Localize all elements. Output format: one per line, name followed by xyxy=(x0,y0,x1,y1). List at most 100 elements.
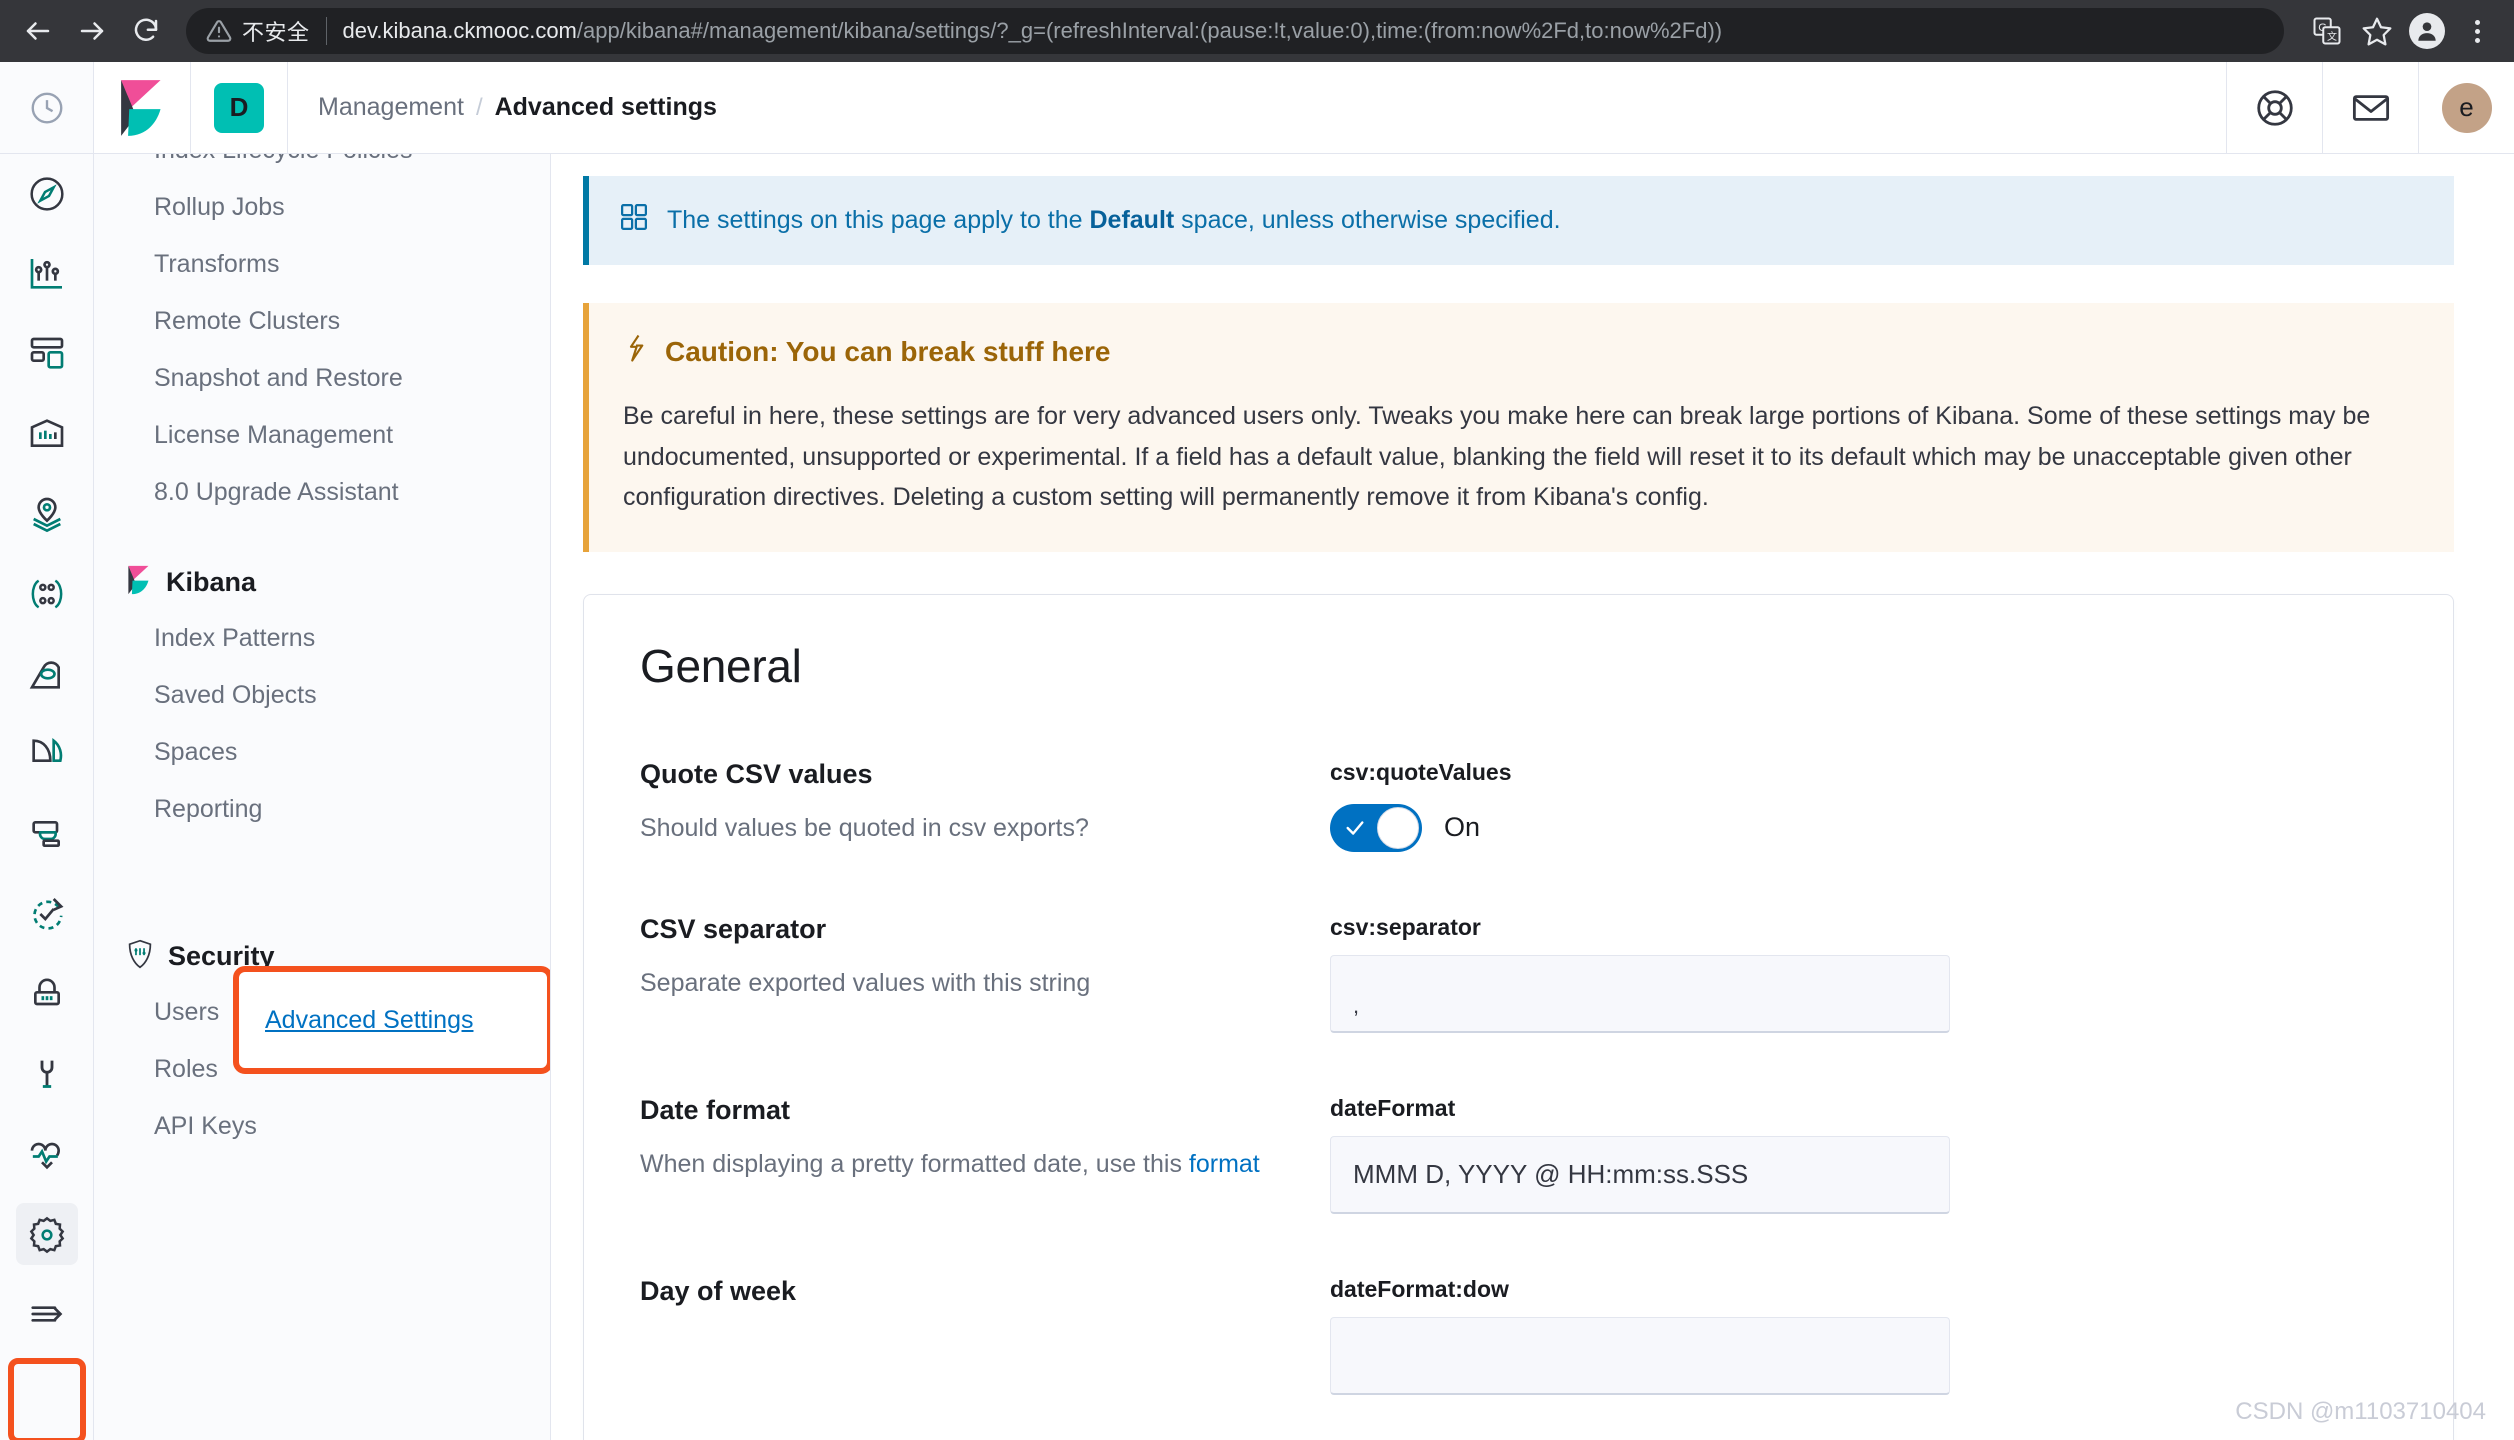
management-side-nav: Index Lifecycle Policies Rollup Jobs Tra… xyxy=(94,154,551,1440)
not-secure-label: 不安全 xyxy=(242,20,310,45)
svg-text:文: 文 xyxy=(2327,30,2337,43)
setting-left-col: CSV separator Separate exported values w… xyxy=(640,914,1330,1033)
browser-actions: G 文 xyxy=(2304,8,2500,54)
sidebar-item-spaces[interactable]: Spaces xyxy=(154,724,510,781)
sidebar-item-api-keys[interactable]: API Keys xyxy=(154,1098,510,1155)
setting-name: Quote CSV values xyxy=(640,758,873,789)
toggle-state-label: On xyxy=(1444,812,1481,842)
global-nav-rail xyxy=(0,62,94,1440)
sidebar-item-remote-clusters[interactable]: Remote Clusters xyxy=(154,293,510,350)
setting-left-col: Date format When displaying a pretty for… xyxy=(640,1095,1330,1214)
maps-pin-icon[interactable] xyxy=(8,474,86,554)
breadcrumb-advanced-settings[interactable]: Advanced settings xyxy=(495,93,717,122)
kibana-logo-icon[interactable] xyxy=(94,62,190,153)
sidebar-item-license-management[interactable]: License Management xyxy=(154,407,510,464)
sidebar-item-reporting[interactable]: Reporting xyxy=(154,781,510,838)
description-text: When displaying a pretty formatted date,… xyxy=(640,1149,1189,1178)
setting-description: Separate exported values with this strin… xyxy=(640,968,1091,997)
settings-panel: General Quote CSV values Should values b… xyxy=(583,593,2454,1440)
management-gear-icon[interactable] xyxy=(8,1194,86,1274)
format-doc-link[interactable]: format xyxy=(1189,1150,1260,1178)
browser-profile-icon[interactable] xyxy=(2404,8,2450,54)
monitoring-heart-icon[interactable] xyxy=(8,1114,86,1194)
reload-icon[interactable] xyxy=(122,7,170,55)
setting-description: Should values be quoted in csv exports? xyxy=(640,813,1089,842)
callout-text-after: space, unless otherwise specified. xyxy=(1174,206,1561,234)
caution-callout: Caution: You can break stuff here Be car… xyxy=(583,303,2454,552)
forward-arrow-icon[interactable] xyxy=(68,7,116,55)
sidebar-item-transforms[interactable]: Transforms xyxy=(154,236,510,293)
setting-field-key: csv:quoteValues xyxy=(1330,758,1512,785)
toggle-row: On xyxy=(1330,803,1950,852)
shield-icon xyxy=(126,939,154,974)
sidebar-item-advanced-settings[interactable]: Advanced Settings xyxy=(265,1007,473,1033)
setting-right-col: csv:separator , xyxy=(1330,914,1950,1033)
space-scope-callout: The settings on this page apply to the D… xyxy=(583,176,2454,265)
page-title: General xyxy=(640,639,802,692)
kibana-logo-icon-small xyxy=(126,565,152,600)
sidebar-item-index-lifecycle-policies[interactable]: Index Lifecycle Policies xyxy=(154,154,510,179)
setting-right-col: csv:quoteValues On xyxy=(1330,759,1950,852)
avatar[interactable]: e xyxy=(2418,61,2514,154)
day-of-week-input[interactable] xyxy=(1330,1316,1950,1395)
breadcrumb: Management / Advanced settings xyxy=(288,93,717,122)
dashboard-icon[interactable] xyxy=(8,314,86,394)
setting-row-day-of-week: Day of week dateFormat:dow xyxy=(640,1276,2397,1395)
csv-quote-values-toggle[interactable] xyxy=(1330,803,1422,852)
check-icon xyxy=(1344,817,1366,844)
toggle-knob xyxy=(1377,806,1419,849)
siem-lock-icon[interactable] xyxy=(8,954,86,1034)
sidebar-item-index-patterns[interactable]: Index Patterns xyxy=(154,610,510,667)
graph-nodes-icon[interactable] xyxy=(8,554,86,634)
address-bar[interactable]: 不安全 dev.kibana.ckmooc.com/app/kibana#/ma… xyxy=(186,8,2284,54)
caution-body: Be careful in here, these settings are f… xyxy=(623,402,2371,511)
three-dot-menu-icon[interactable] xyxy=(2454,8,2500,54)
visualize-chart-icon[interactable] xyxy=(8,234,86,314)
space-avatar[interactable]: D xyxy=(191,62,287,153)
csv-separator-input[interactable]: , xyxy=(1330,954,1950,1033)
space-initial: D xyxy=(214,82,264,133)
date-format-input[interactable]: MMM D, YYYY @ HH:mm:ss.SSS xyxy=(1330,1135,1950,1214)
url-path: /app/kibana#/management/kibana/settings/… xyxy=(576,18,1723,43)
canvas-icon[interactable] xyxy=(8,394,86,474)
back-arrow-icon[interactable] xyxy=(14,7,62,55)
user-initial: e xyxy=(2441,82,2492,133)
url-display: dev.kibana.ckmooc.com/app/kibana#/manage… xyxy=(343,18,1723,44)
sidebar-item-upgrade-assistant[interactable]: 8.0 Upgrade Assistant xyxy=(154,464,510,521)
google-translate-icon[interactable]: G 文 xyxy=(2304,8,2350,54)
dev-tools-wrench-icon[interactable] xyxy=(8,1034,86,1114)
collapse-arrow-icon[interactable] xyxy=(8,1274,86,1354)
sidebar-group-kibana-items: Index Patterns Saved Objects Spaces Repo… xyxy=(154,610,510,895)
caution-title-row: Caution: You can break stuff here xyxy=(623,333,2420,370)
mail-envelope-icon[interactable] xyxy=(2322,61,2418,154)
kibana-header: D Management / Advanced settings e xyxy=(94,61,2514,154)
advanced-settings-highlight-annotation: Advanced Settings xyxy=(233,966,550,1074)
not-secure-warning-icon xyxy=(206,18,232,44)
help-life-ring-icon[interactable] xyxy=(2226,61,2322,154)
csdn-watermark: CSDN @m1103710404 xyxy=(2235,1398,2486,1425)
sidebar-group-kibana: Kibana xyxy=(126,565,510,600)
setting-right-col: dateFormat:dow xyxy=(1330,1276,1950,1395)
logs-icon[interactable] xyxy=(8,794,86,874)
apm-uptime-icon[interactable] xyxy=(8,874,86,954)
sidebar-item-saved-objects[interactable]: Saved Objects xyxy=(154,667,510,724)
bolt-icon xyxy=(623,333,649,370)
main-content: The settings on this page apply to the D… xyxy=(551,154,2514,1440)
sidebar-item-rollup-jobs[interactable]: Rollup Jobs xyxy=(154,179,510,236)
setting-name: Day of week xyxy=(640,1275,797,1306)
breadcrumb-management[interactable]: Management xyxy=(318,93,464,122)
setting-row-csv-quote-values: Quote CSV values Should values be quoted… xyxy=(640,759,2397,852)
sidebar-item-snapshot-and-restore[interactable]: Snapshot and Restore xyxy=(154,350,510,407)
setting-field-key: csv:separator xyxy=(1330,913,1481,940)
star-bookmark-icon[interactable] xyxy=(2354,8,2400,54)
infrastructure-icon[interactable] xyxy=(8,714,86,794)
setting-field-key: dateFormat:dow xyxy=(1330,1275,1509,1302)
setting-name: CSV separator xyxy=(640,913,827,944)
kibana-app: D Management / Advanced settings e Rollu… xyxy=(0,61,2514,1440)
recently-viewed-clock-icon[interactable] xyxy=(0,62,93,154)
setting-row-csv-separator: CSV separator Separate exported values w… xyxy=(640,914,2397,1033)
machine-learning-icon[interactable] xyxy=(8,634,86,714)
app-right-column: D Management / Advanced settings e Rollu… xyxy=(94,61,2514,1440)
discover-compass-icon[interactable] xyxy=(8,154,86,234)
sidebar-group-title-kibana: Kibana xyxy=(166,567,257,597)
